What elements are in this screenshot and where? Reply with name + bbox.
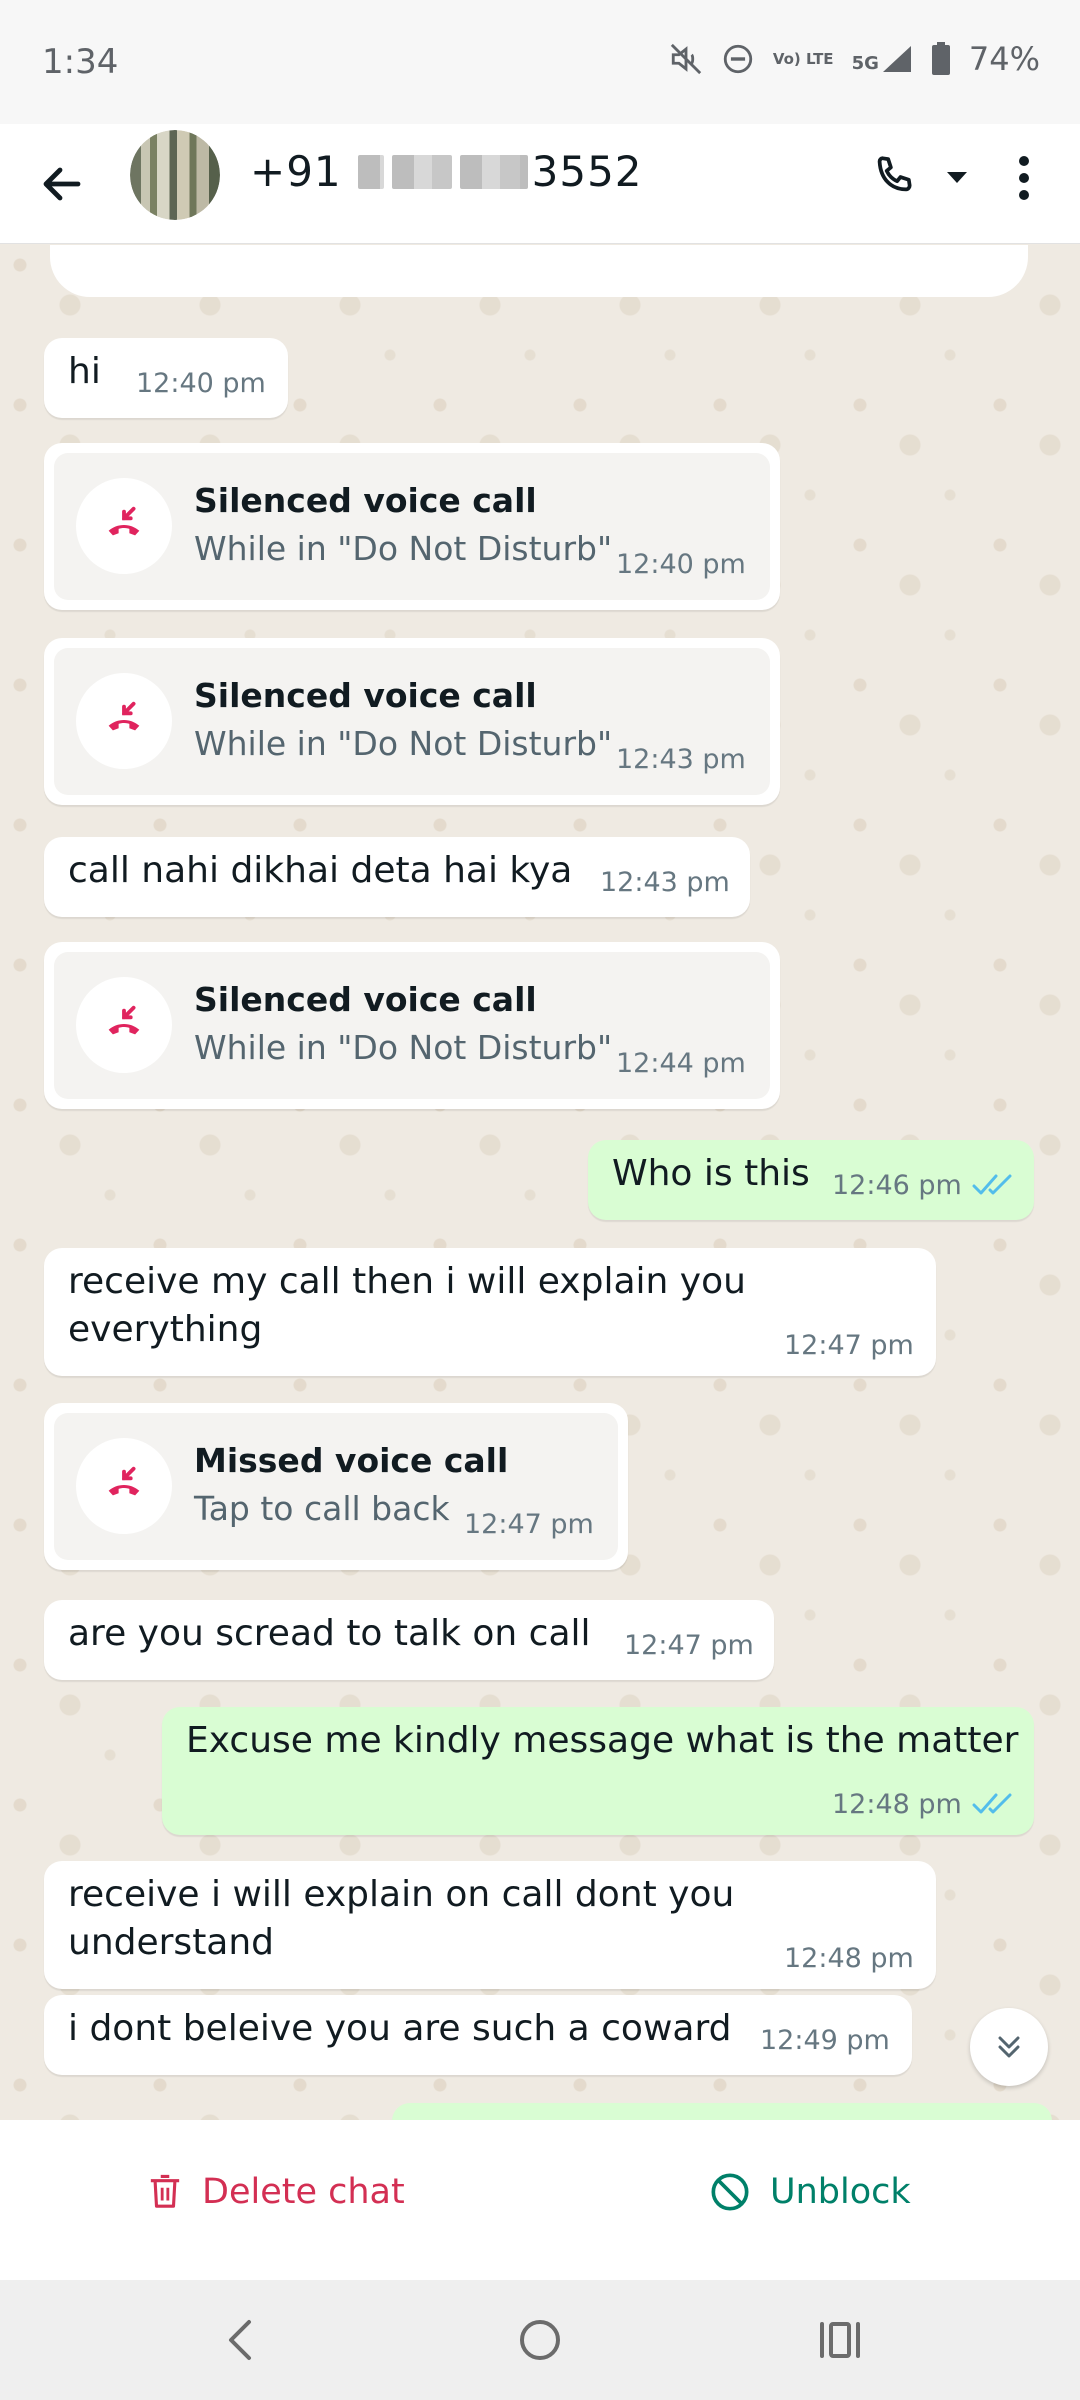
message-text: hi xyxy=(68,351,101,392)
message-time: 12:48 pm xyxy=(784,1943,914,1974)
avatar-image xyxy=(130,130,220,220)
battery-percentage: 74% xyxy=(968,40,1040,78)
missed-call-icon xyxy=(108,701,140,731)
more-options-button[interactable] xyxy=(1004,148,1044,208)
nav-back-icon xyxy=(229,2320,251,2360)
redaction-block xyxy=(357,154,384,189)
call-subtitle: Tap to call back xyxy=(194,1489,450,1528)
back-arrow-icon xyxy=(43,167,81,201)
missed-call-icon xyxy=(108,1005,140,1035)
caret-down-icon xyxy=(947,172,967,183)
scroll-to-bottom-button[interactable] xyxy=(970,2008,1048,2086)
network-type-label: 5G xyxy=(851,53,879,74)
contact-suffix: 3552 xyxy=(531,147,643,196)
call-card[interactable]: Silenced voice call While in "Do Not Dis… xyxy=(54,952,770,1099)
voice-call-button[interactable] xyxy=(864,146,924,206)
call-subtitle: While in "Do Not Disturb" xyxy=(194,529,613,568)
call-title: Silenced voice call xyxy=(194,676,537,715)
more-vert-icon xyxy=(1019,156,1029,200)
contact-prefix: +91 xyxy=(250,147,342,196)
message-time: 12:43 pm xyxy=(616,744,746,775)
nav-recents-icon xyxy=(820,2322,860,2358)
redaction-block xyxy=(459,154,528,189)
message-time: 12:47 pm xyxy=(624,1630,754,1661)
call-options-button[interactable] xyxy=(940,160,974,194)
message-bubble-outgoing[interactable]: Excuse me kindly message what is the mat… xyxy=(162,1707,1034,1835)
status-bar: 1:34 Vo) LTE 5G 74% xyxy=(0,0,1080,124)
message-text: call nahi dikhai deta hai kya xyxy=(68,850,573,891)
system-navigation-bar xyxy=(0,2280,1080,2400)
message-bubble-incoming[interactable]: receive i will explain on call dont you … xyxy=(44,1861,936,1989)
message-bubble-incoming[interactable]: call nahi dikhai deta hai kya 12:43 pm xyxy=(44,837,750,917)
message-time: 12:47 pm xyxy=(464,1509,594,1540)
message-time: 12:48 pm xyxy=(832,1789,962,1820)
delete-chat-button[interactable]: Delete chat xyxy=(148,2172,405,2212)
phone-icon xyxy=(877,156,912,192)
back-button[interactable] xyxy=(32,154,92,214)
message-bubble-outgoing[interactable]: Who is this 12:46 pm xyxy=(588,1140,1034,1220)
call-log-bubble[interactable]: Silenced voice call While in "Do Not Dis… xyxy=(44,638,780,805)
message-time: 12:47 pm xyxy=(784,1330,914,1361)
message-time: 12:40 pm xyxy=(136,368,266,399)
message-bubble-incoming[interactable]: hi 12:40 pm xyxy=(44,338,288,418)
missed-call-icon-wrap xyxy=(76,977,172,1073)
nav-home-button[interactable] xyxy=(510,2310,570,2370)
signal-icon: 5G xyxy=(852,44,913,74)
call-subtitle: While in "Do Not Disturb" xyxy=(194,1028,613,1067)
message-text: Who is this xyxy=(612,1153,810,1194)
call-card[interactable]: Silenced voice call While in "Do Not Dis… xyxy=(54,648,770,795)
message-bubble-outgoing-partial xyxy=(392,2103,1052,2120)
message-text: receive my call then i will explain you … xyxy=(68,1261,746,1350)
call-title: Silenced voice call xyxy=(194,481,537,520)
message-time: 12:44 pm xyxy=(616,1048,746,1079)
message-text: are you scread to talk on call xyxy=(68,1613,591,1654)
status-time: 1:34 xyxy=(42,42,119,82)
message-bubble-incoming[interactable]: i dont beleive you are such a coward 12:… xyxy=(44,1995,912,2075)
block-icon xyxy=(711,2173,749,2211)
message-text: i dont beleive you are such a coward xyxy=(68,2008,732,2049)
missed-call-icon xyxy=(108,1466,140,1496)
nav-back-button[interactable] xyxy=(210,2310,270,2370)
delete-chat-label: Delete chat xyxy=(202,2172,405,2212)
missed-call-icon-wrap xyxy=(76,1438,172,1534)
missed-call-icon xyxy=(108,506,140,536)
message-time: 12:46 pm xyxy=(832,1170,962,1201)
call-log-bubble[interactable]: Silenced voice call While in "Do Not Dis… xyxy=(44,443,780,610)
read-ticks-icon xyxy=(972,1793,1012,1814)
read-ticks-icon xyxy=(972,1174,1012,1195)
call-log-bubble[interactable]: Silenced voice call While in "Do Not Dis… xyxy=(44,942,780,1109)
double-chevron-down-icon xyxy=(998,2036,1020,2058)
chat-area[interactable]: hi 12:40 pm Silenced voice call While in… xyxy=(0,245,1080,2120)
message-bubble-incoming[interactable]: receive my call then i will explain you … xyxy=(44,1248,936,1376)
partial-message-bubble xyxy=(50,245,1028,297)
message-time: 12:43 pm xyxy=(600,867,730,898)
status-icons: Vo) LTE 5G 74% xyxy=(669,40,1040,78)
nav-recents-button[interactable] xyxy=(810,2310,870,2370)
unblock-button[interactable]: Unblock xyxy=(710,2172,911,2212)
call-title: Missed voice call xyxy=(194,1441,509,1480)
missed-call-icon-wrap xyxy=(76,478,172,574)
avatar[interactable] xyxy=(130,130,220,220)
trash-icon xyxy=(150,2174,180,2208)
battery-icon xyxy=(931,42,951,76)
missed-call-icon-wrap xyxy=(76,673,172,769)
call-card[interactable]: Silenced voice call While in "Do Not Dis… xyxy=(54,453,770,600)
volte-icon: Vo) LTE xyxy=(772,49,834,68)
message-time: 12:49 pm xyxy=(760,2025,890,2056)
blocked-actions-bar: Delete chat Unblock xyxy=(0,2120,1080,2280)
contact-name[interactable]: +91 3552 xyxy=(250,147,643,196)
do-not-disturb-icon xyxy=(721,42,755,76)
nav-home-icon xyxy=(520,2320,560,2360)
message-text: Excuse me kindly message what is the mat… xyxy=(186,1720,1019,1761)
call-card[interactable]: Missed voice call Tap to call back 12:47… xyxy=(54,1413,618,1560)
call-subtitle: While in "Do Not Disturb" xyxy=(194,724,613,763)
unblock-label: Unblock xyxy=(770,2172,911,2212)
call-log-bubble[interactable]: Missed voice call Tap to call back 12:47… xyxy=(44,1403,628,1570)
message-bubble-incoming[interactable]: are you scread to talk on call 12:47 pm xyxy=(44,1600,774,1680)
redaction-block xyxy=(391,154,452,189)
call-title: Silenced voice call xyxy=(194,980,537,1019)
mute-icon xyxy=(669,42,703,76)
message-time: 12:40 pm xyxy=(616,549,746,580)
message-text: receive i will explain on call dont you … xyxy=(68,1874,735,1963)
